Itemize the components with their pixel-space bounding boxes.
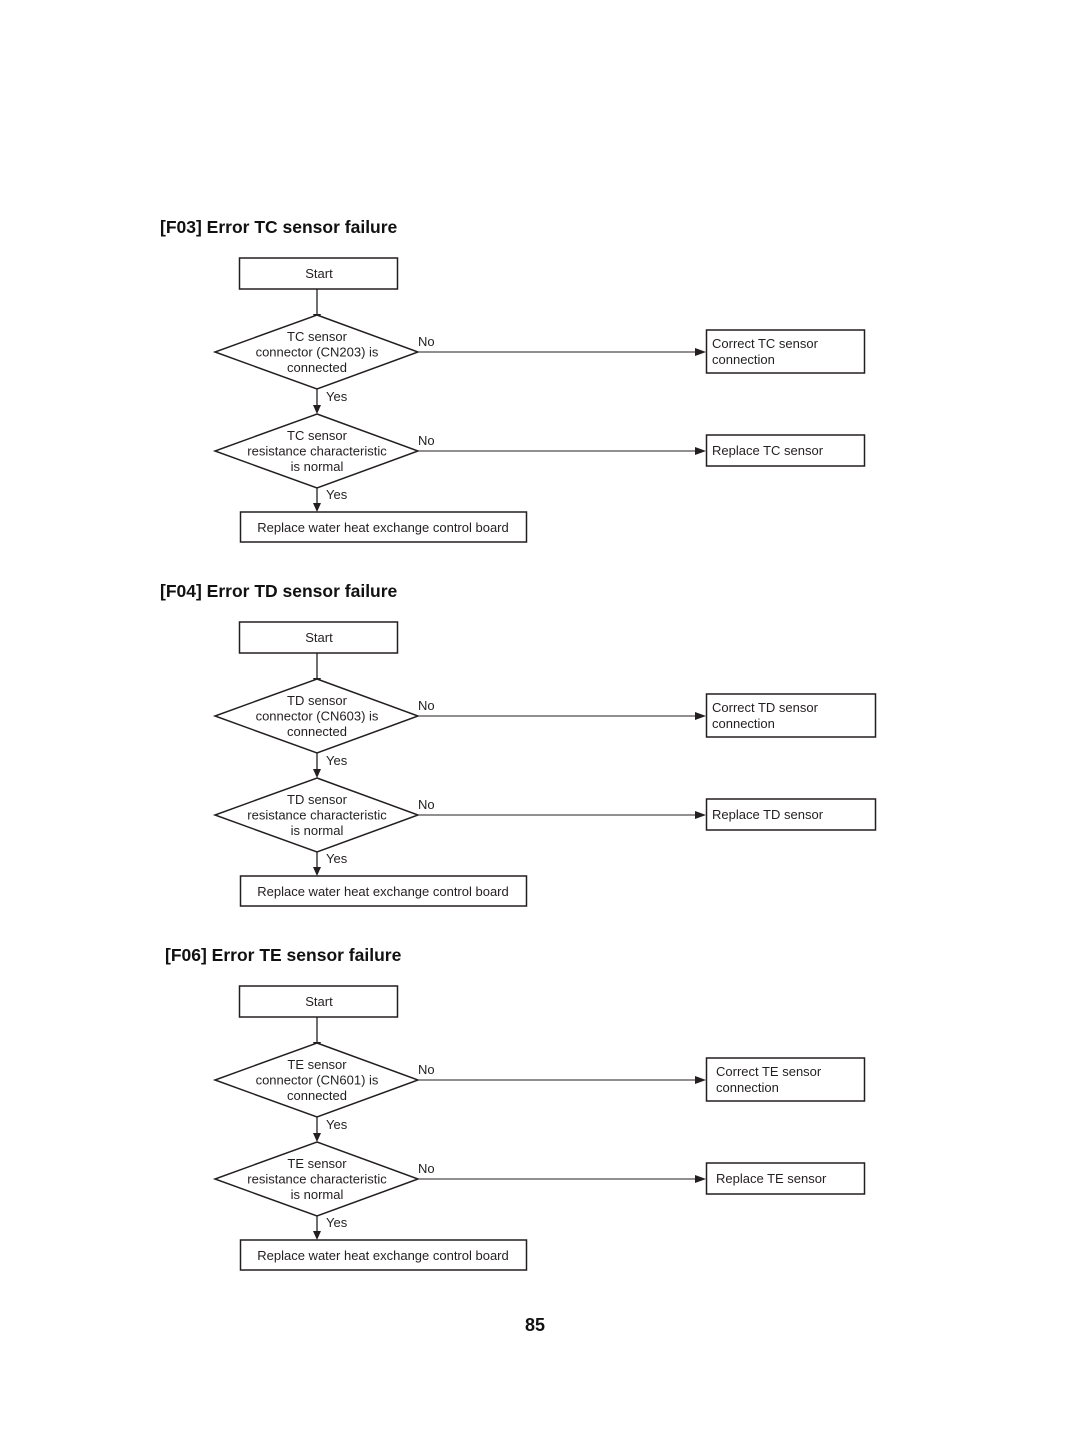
decision-text: resistance characteristic xyxy=(247,808,387,823)
action-text: Replace TD sensor xyxy=(712,807,824,822)
decision-text: is normal xyxy=(291,459,344,474)
decision-text: is normal xyxy=(291,1187,344,1202)
decision-text: connected xyxy=(287,1088,347,1103)
action-text: connection xyxy=(716,1080,779,1095)
decision-text: TE sensor xyxy=(287,1156,347,1171)
arrow-down-icon xyxy=(313,503,321,512)
action-text: Correct TC sensor xyxy=(712,336,819,351)
yes-label: Yes xyxy=(326,753,348,768)
arrow-down-icon xyxy=(313,405,321,414)
decision-text: connected xyxy=(287,360,347,375)
yes-label: Yes xyxy=(326,851,348,866)
arrow-down-icon xyxy=(313,1231,321,1240)
arrow-right-icon xyxy=(695,712,706,720)
action-text: Replace TE sensor xyxy=(716,1171,827,1186)
action-text: Replace water heat exchange control boar… xyxy=(257,520,509,535)
start-label: Start xyxy=(305,630,333,645)
arrow-down-icon xyxy=(313,1133,321,1142)
yes-label: Yes xyxy=(326,389,348,404)
decision-text: connector (CN603) is xyxy=(256,709,379,724)
arrow-right-icon xyxy=(695,348,706,356)
arrow-down-icon xyxy=(313,769,321,778)
action-text: connection xyxy=(712,352,775,367)
section-title-f03: [F03] Error TC sensor failure xyxy=(160,217,398,237)
action-text: Replace water heat exchange control boar… xyxy=(257,884,509,899)
flowchart-f04: StartTD sensorconnector (CN603) isconnec… xyxy=(212,621,877,907)
decision-text: connector (CN203) is xyxy=(256,345,379,360)
no-label: No xyxy=(418,334,435,349)
arrow-right-icon xyxy=(695,447,706,455)
decision-text: connected xyxy=(287,724,347,739)
no-label: No xyxy=(418,698,435,713)
decision-text: resistance characteristic xyxy=(247,1172,387,1187)
flowchart-group: StartTE sensorconnector (CN601) isconnec… xyxy=(212,985,866,1271)
flowchart-group: StartTD sensorconnector (CN603) isconnec… xyxy=(212,621,877,907)
action-text: Correct TE sensor xyxy=(716,1064,822,1079)
page-number: 85 xyxy=(524,1315,546,1335)
arrow-right-icon xyxy=(695,1175,706,1183)
yes-label: Yes xyxy=(326,1117,348,1132)
decision-text: TD sensor xyxy=(287,792,348,807)
arrow-right-icon xyxy=(695,1076,706,1084)
yes-label: Yes xyxy=(326,1215,348,1230)
yes-label: Yes xyxy=(326,487,348,502)
no-label: No xyxy=(418,1062,435,1077)
decision-text: TC sensor xyxy=(287,428,348,443)
section-title-f04: [F04] Error TD sensor failure xyxy=(160,581,398,601)
start-label: Start xyxy=(305,266,333,281)
arrow-down-icon xyxy=(313,867,321,876)
decision-text: TC sensor xyxy=(287,329,348,344)
decision-text: TE sensor xyxy=(287,1057,347,1072)
flowchart-f06: StartTE sensorconnector (CN601) isconnec… xyxy=(212,985,866,1271)
decision-text: resistance characteristic xyxy=(247,444,387,459)
decision-text: connector (CN601) is xyxy=(256,1073,379,1088)
no-label: No xyxy=(418,1161,435,1176)
action-text: Replace TC sensor xyxy=(712,443,824,458)
flowchart-group: StartTC sensorconnector (CN203) isconnec… xyxy=(212,257,866,543)
arrow-right-icon xyxy=(695,811,706,819)
action-text: connection xyxy=(712,716,775,731)
flowchart-f03: StartTC sensorconnector (CN203) isconnec… xyxy=(212,257,866,543)
decision-text: is normal xyxy=(291,823,344,838)
action-text: Correct TD sensor xyxy=(712,700,819,715)
decision-text: TD sensor xyxy=(287,693,348,708)
no-label: No xyxy=(418,797,435,812)
action-text: Replace water heat exchange control boar… xyxy=(257,1248,509,1263)
section-title-f06: [F06] Error TE sensor failure xyxy=(165,945,402,965)
start-label: Start xyxy=(305,994,333,1009)
no-label: No xyxy=(418,433,435,448)
